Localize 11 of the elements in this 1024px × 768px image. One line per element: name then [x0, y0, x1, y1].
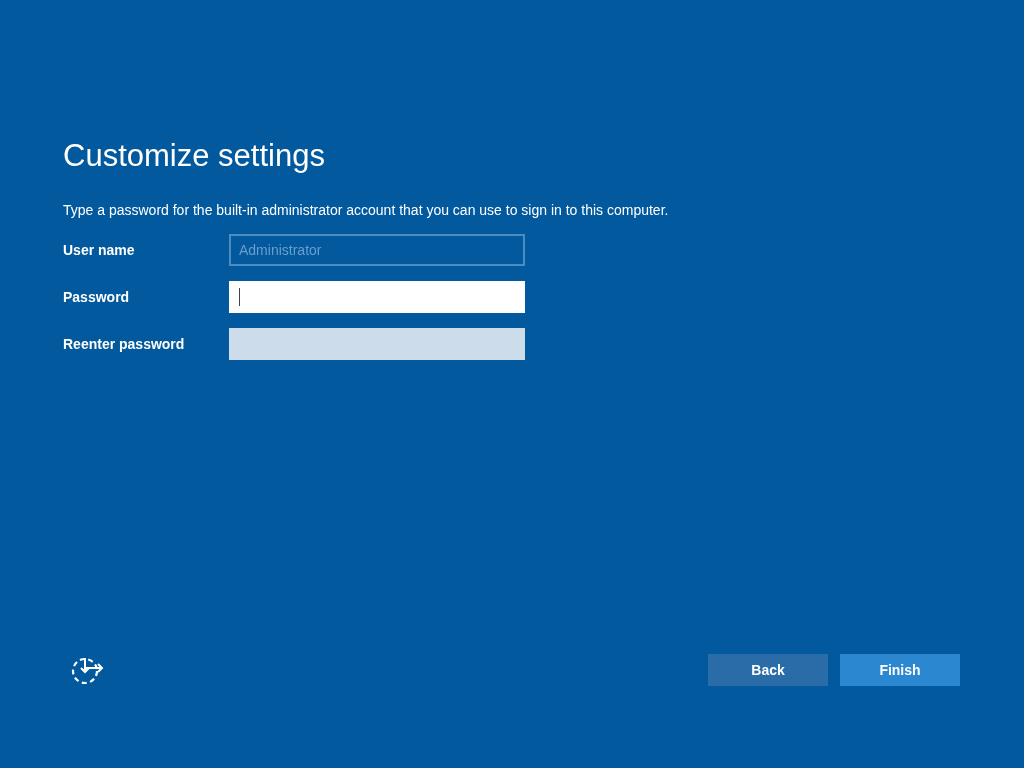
input-field[interactable] [229, 281, 525, 313]
field-label: Reenter password [63, 336, 186, 352]
text-caret [239, 288, 240, 306]
instruction-text: Type a password for the built-in administrator account that you can use to sign in to this computer. [63, 202, 670, 218]
dialog-button[interactable]: Back [708, 654, 828, 686]
dialog-button[interactable]: Finish [840, 654, 960, 686]
field-label: Password [63, 289, 131, 305]
input-field[interactable] [229, 328, 525, 360]
accessibility-icon[interactable] [70, 655, 104, 685]
page-title: Customize settings [63, 138, 326, 174]
field-label: User name [63, 242, 136, 258]
